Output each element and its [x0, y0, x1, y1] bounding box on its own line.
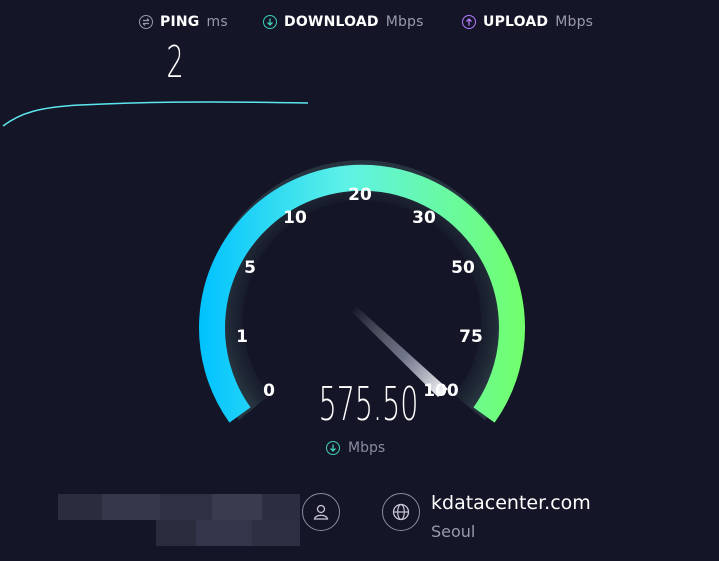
server-location: Seoul — [431, 522, 476, 541]
speed-reading: 575.50 — [318, 377, 419, 431]
gauge-label-10: 10 — [283, 208, 307, 228]
speed-gauge — [199, 160, 525, 423]
user-icon[interactable] — [302, 493, 340, 531]
gauge-label-75: 75 — [459, 327, 483, 347]
gauge-label-5: 5 — [244, 258, 256, 278]
gauge-label-30: 30 — [412, 208, 436, 228]
speed-reading-unit: Mbps — [326, 440, 385, 456]
gauge-label-20: 20 — [348, 185, 372, 205]
gauge-label-1: 1 — [236, 327, 248, 347]
globe-icon[interactable] — [382, 493, 420, 531]
gauge-label-0: 0 — [263, 381, 275, 401]
download-arrow-icon — [326, 441, 340, 455]
gauge-label-100: 100 — [423, 381, 459, 401]
redacted-provider-info — [58, 494, 300, 546]
server-name-link[interactable]: kdatacenter.com — [431, 492, 591, 514]
speed-unit-label: Mbps — [348, 440, 386, 456]
gauge-label-50: 50 — [451, 258, 475, 278]
